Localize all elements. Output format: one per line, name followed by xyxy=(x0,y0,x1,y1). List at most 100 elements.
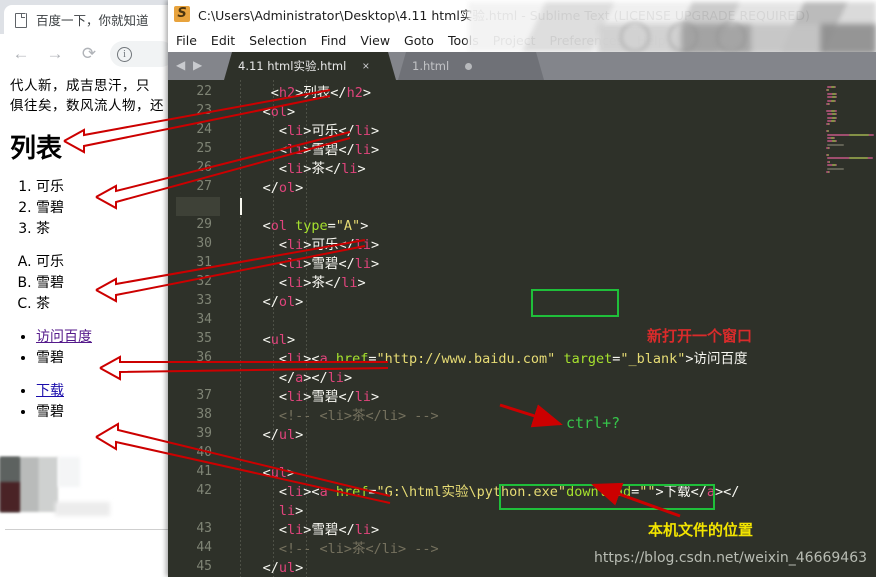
line-number: 33 xyxy=(196,293,212,308)
window-controls-blurred xyxy=(620,22,752,54)
broken-image-blur-2 xyxy=(55,502,110,516)
menu-goto[interactable]: Goto xyxy=(404,33,434,48)
rendered-ordered-list-alpha: 可乐 雪碧 茶 xyxy=(36,252,180,315)
line-number: 37 xyxy=(196,388,212,403)
code-line[interactable]: <!-- <li>茶</li> --> xyxy=(279,407,439,426)
line-number: 30 xyxy=(196,236,212,251)
site-info-icon[interactable]: i xyxy=(117,46,132,62)
close-icon[interactable]: × xyxy=(362,59,369,73)
text-caret xyxy=(240,198,242,215)
menu-selection[interactable]: Selection xyxy=(249,33,307,48)
link-visit-baidu[interactable]: 访问百度 xyxy=(36,329,92,345)
list-item: 访问百度 xyxy=(36,327,180,348)
highlight-box-type-attribute xyxy=(531,289,619,317)
line-number: 44 xyxy=(196,540,212,555)
minimap-line-accent xyxy=(827,130,829,133)
code-line[interactable]: <li>雪碧</li> xyxy=(279,141,379,160)
minimap-line-accent xyxy=(827,89,829,92)
code-line[interactable]: <ul> xyxy=(263,331,296,350)
minimap-line-accent xyxy=(827,154,829,156)
code-line[interactable]: </ol> xyxy=(263,179,304,198)
code-line[interactable]: <ol type="A"> xyxy=(263,217,369,236)
line-number: 22 xyxy=(196,84,212,99)
line-number: 45 xyxy=(196,559,212,574)
active-line-highlight xyxy=(176,197,220,216)
code-line[interactable]: <li>雪碧</li> xyxy=(279,388,379,407)
code-line[interactable]: <li>可乐</li> xyxy=(279,122,379,141)
browser-window: 百度一下，你就知道 ← → ⟳ i 代人新，成吉思汗，只 俱往矣，数风流人物，还… xyxy=(0,0,180,577)
minimize-ghost-icon[interactable] xyxy=(620,22,650,52)
menu-file[interactable]: File xyxy=(176,33,197,48)
line-number: 26 xyxy=(196,160,212,175)
reload-icon[interactable]: ⟳ xyxy=(74,39,104,69)
list-item: 下载 xyxy=(36,381,180,402)
line-number: 39 xyxy=(196,426,212,441)
line-number: 27 xyxy=(196,179,212,194)
menu-find[interactable]: Find xyxy=(321,33,347,48)
minimap-line-accent xyxy=(831,113,836,116)
minimap-line-accent xyxy=(831,164,836,167)
minimap-line xyxy=(827,167,844,170)
page-heading: 列表 xyxy=(10,134,63,164)
address-bar[interactable]: i xyxy=(110,41,174,67)
back-icon[interactable]: ← xyxy=(6,39,36,69)
list-item: 雪碧 xyxy=(36,402,180,423)
browser-tab-baidu[interactable]: 百度一下，你就知道 xyxy=(4,5,176,34)
code-line[interactable]: li> xyxy=(279,502,303,521)
menu-edit[interactable]: Edit xyxy=(211,33,235,48)
line-number: 23 xyxy=(196,103,212,118)
editor-tab-label: 4.11 html实验.html xyxy=(238,59,347,73)
code-line[interactable]: <li>雪碧</li> xyxy=(279,255,379,274)
minimap-line-accent xyxy=(831,120,835,122)
list-item: 雪碧 xyxy=(36,273,180,294)
code-line[interactable]: <li>茶</li> xyxy=(279,274,366,293)
editor-tab-active[interactable]: 4.11 html实验.html × xyxy=(224,52,396,80)
line-number: 25 xyxy=(196,141,212,156)
minimap-line-accent xyxy=(849,133,869,136)
maximize-ghost-icon[interactable] xyxy=(668,22,698,52)
list-item: 可乐 xyxy=(36,252,180,273)
poem-line-1: 代人新，成吉思汗，只 xyxy=(10,78,150,94)
code-line[interactable]: </ul> xyxy=(263,559,304,577)
editor-tab-inactive[interactable]: 1.html xyxy=(398,52,544,80)
broken-image-placeholder-edge xyxy=(0,457,20,512)
code-line[interactable]: <!-- <li>茶</li> --> xyxy=(279,540,439,559)
minimap-line-accent xyxy=(831,137,835,139)
line-number: 32 xyxy=(196,274,212,289)
forward-icon[interactable]: → xyxy=(40,39,70,69)
editor-tab-label: 1.html xyxy=(412,59,450,73)
link-download[interactable]: 下载 xyxy=(36,383,64,399)
minimap-line-accent xyxy=(849,157,868,160)
code-line[interactable]: <li><a href="http://www.baidu.com" targe… xyxy=(279,350,748,369)
code-line[interactable]: <li>雪碧</li> xyxy=(279,521,379,540)
minimap-line-accent xyxy=(831,99,835,102)
minimap-line-accent xyxy=(831,140,836,143)
unsaved-dot-icon xyxy=(465,62,473,70)
line-number: 43 xyxy=(196,521,212,536)
code-line[interactable]: </a></li> xyxy=(279,369,352,388)
code-editor[interactable]: 2223242526272829303132333435363738394041… xyxy=(168,80,876,577)
browser-page-content: 代人新，成吉思汗，只 俱往矣，数风流人物，还 列表 可乐 雪碧 茶 可乐 雪碧 … xyxy=(0,74,180,577)
menu-view[interactable]: View xyxy=(360,33,390,48)
highlight-box-comment xyxy=(499,484,715,510)
tab-scroll-arrows[interactable]: ◀ ▶ xyxy=(176,58,204,72)
code-line[interactable]: </ol> xyxy=(263,293,304,312)
code-line[interactable]: <li>茶</li> xyxy=(279,160,366,179)
list-item: 可乐 xyxy=(36,177,180,198)
code-line[interactable]: <ol> xyxy=(263,103,296,122)
poem-line-2: 俱往矣，数风流人物，还 xyxy=(10,98,164,114)
rendered-unordered-list-1: 访问百度 雪碧 xyxy=(36,327,180,369)
close-ghost-icon[interactable] xyxy=(716,22,746,52)
minimap[interactable] xyxy=(818,80,876,577)
line-number: 31 xyxy=(196,255,212,270)
code-line[interactable]: </ul> xyxy=(263,426,304,445)
line-number: 38 xyxy=(196,407,212,422)
line-number-gutter: 2223242526272829303132333435363738394041… xyxy=(168,80,220,577)
list-item: 茶 xyxy=(36,294,180,315)
code-line[interactable]: <li>可乐</li> xyxy=(279,236,379,255)
rendered-ordered-list-decimal: 可乐 雪碧 茶 xyxy=(36,177,180,240)
line-number: 42 xyxy=(196,483,212,498)
code-line[interactable]: <ul> xyxy=(263,464,296,483)
code-line[interactable]: <h2>列表</h2> xyxy=(271,84,371,103)
minimap-line xyxy=(827,143,844,146)
